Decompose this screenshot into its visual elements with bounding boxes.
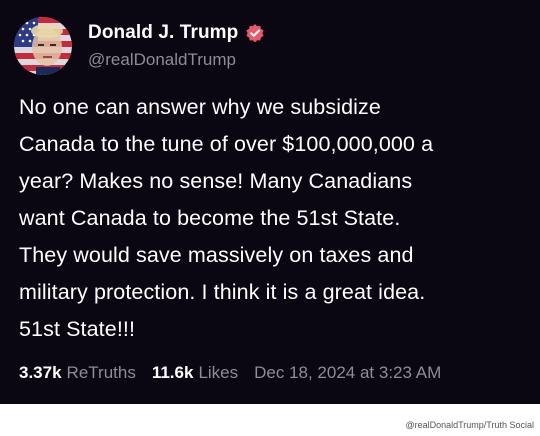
author-info: Donald J. Trump @realDonaldTrump <box>88 22 265 70</box>
post-card: Donald J. Trump @realDonaldTrump No one … <box>0 0 540 404</box>
post-timestamp[interactable]: Dec 18, 2024 at 3:23 AM <box>254 363 441 383</box>
retruths-label[interactable]: ReTruths <box>67 363 136 383</box>
avatar-image <box>14 17 72 75</box>
author-display-name[interactable]: Donald J. Trump <box>88 22 238 44</box>
image-credit: @realDonaldTrump/Truth Social <box>405 420 534 430</box>
avatar[interactable] <box>14 17 72 75</box>
verified-check-icon <box>245 23 265 43</box>
likes-count[interactable]: 11.6k <box>152 363 194 383</box>
post-body-text: No one can answer why we subsidize Canad… <box>19 95 434 341</box>
likes-label[interactable]: Likes <box>198 363 238 383</box>
post-stats: 3.37k ReTruths 11.6k Likes Dec 18, 2024 … <box>19 363 441 383</box>
retruths-count[interactable]: 3.37k <box>19 363 62 383</box>
display-name-row: Donald J. Trump <box>88 22 265 44</box>
author-handle[interactable]: @realDonaldTrump <box>88 50 265 70</box>
post-header: Donald J. Trump @realDonaldTrump <box>14 14 265 78</box>
